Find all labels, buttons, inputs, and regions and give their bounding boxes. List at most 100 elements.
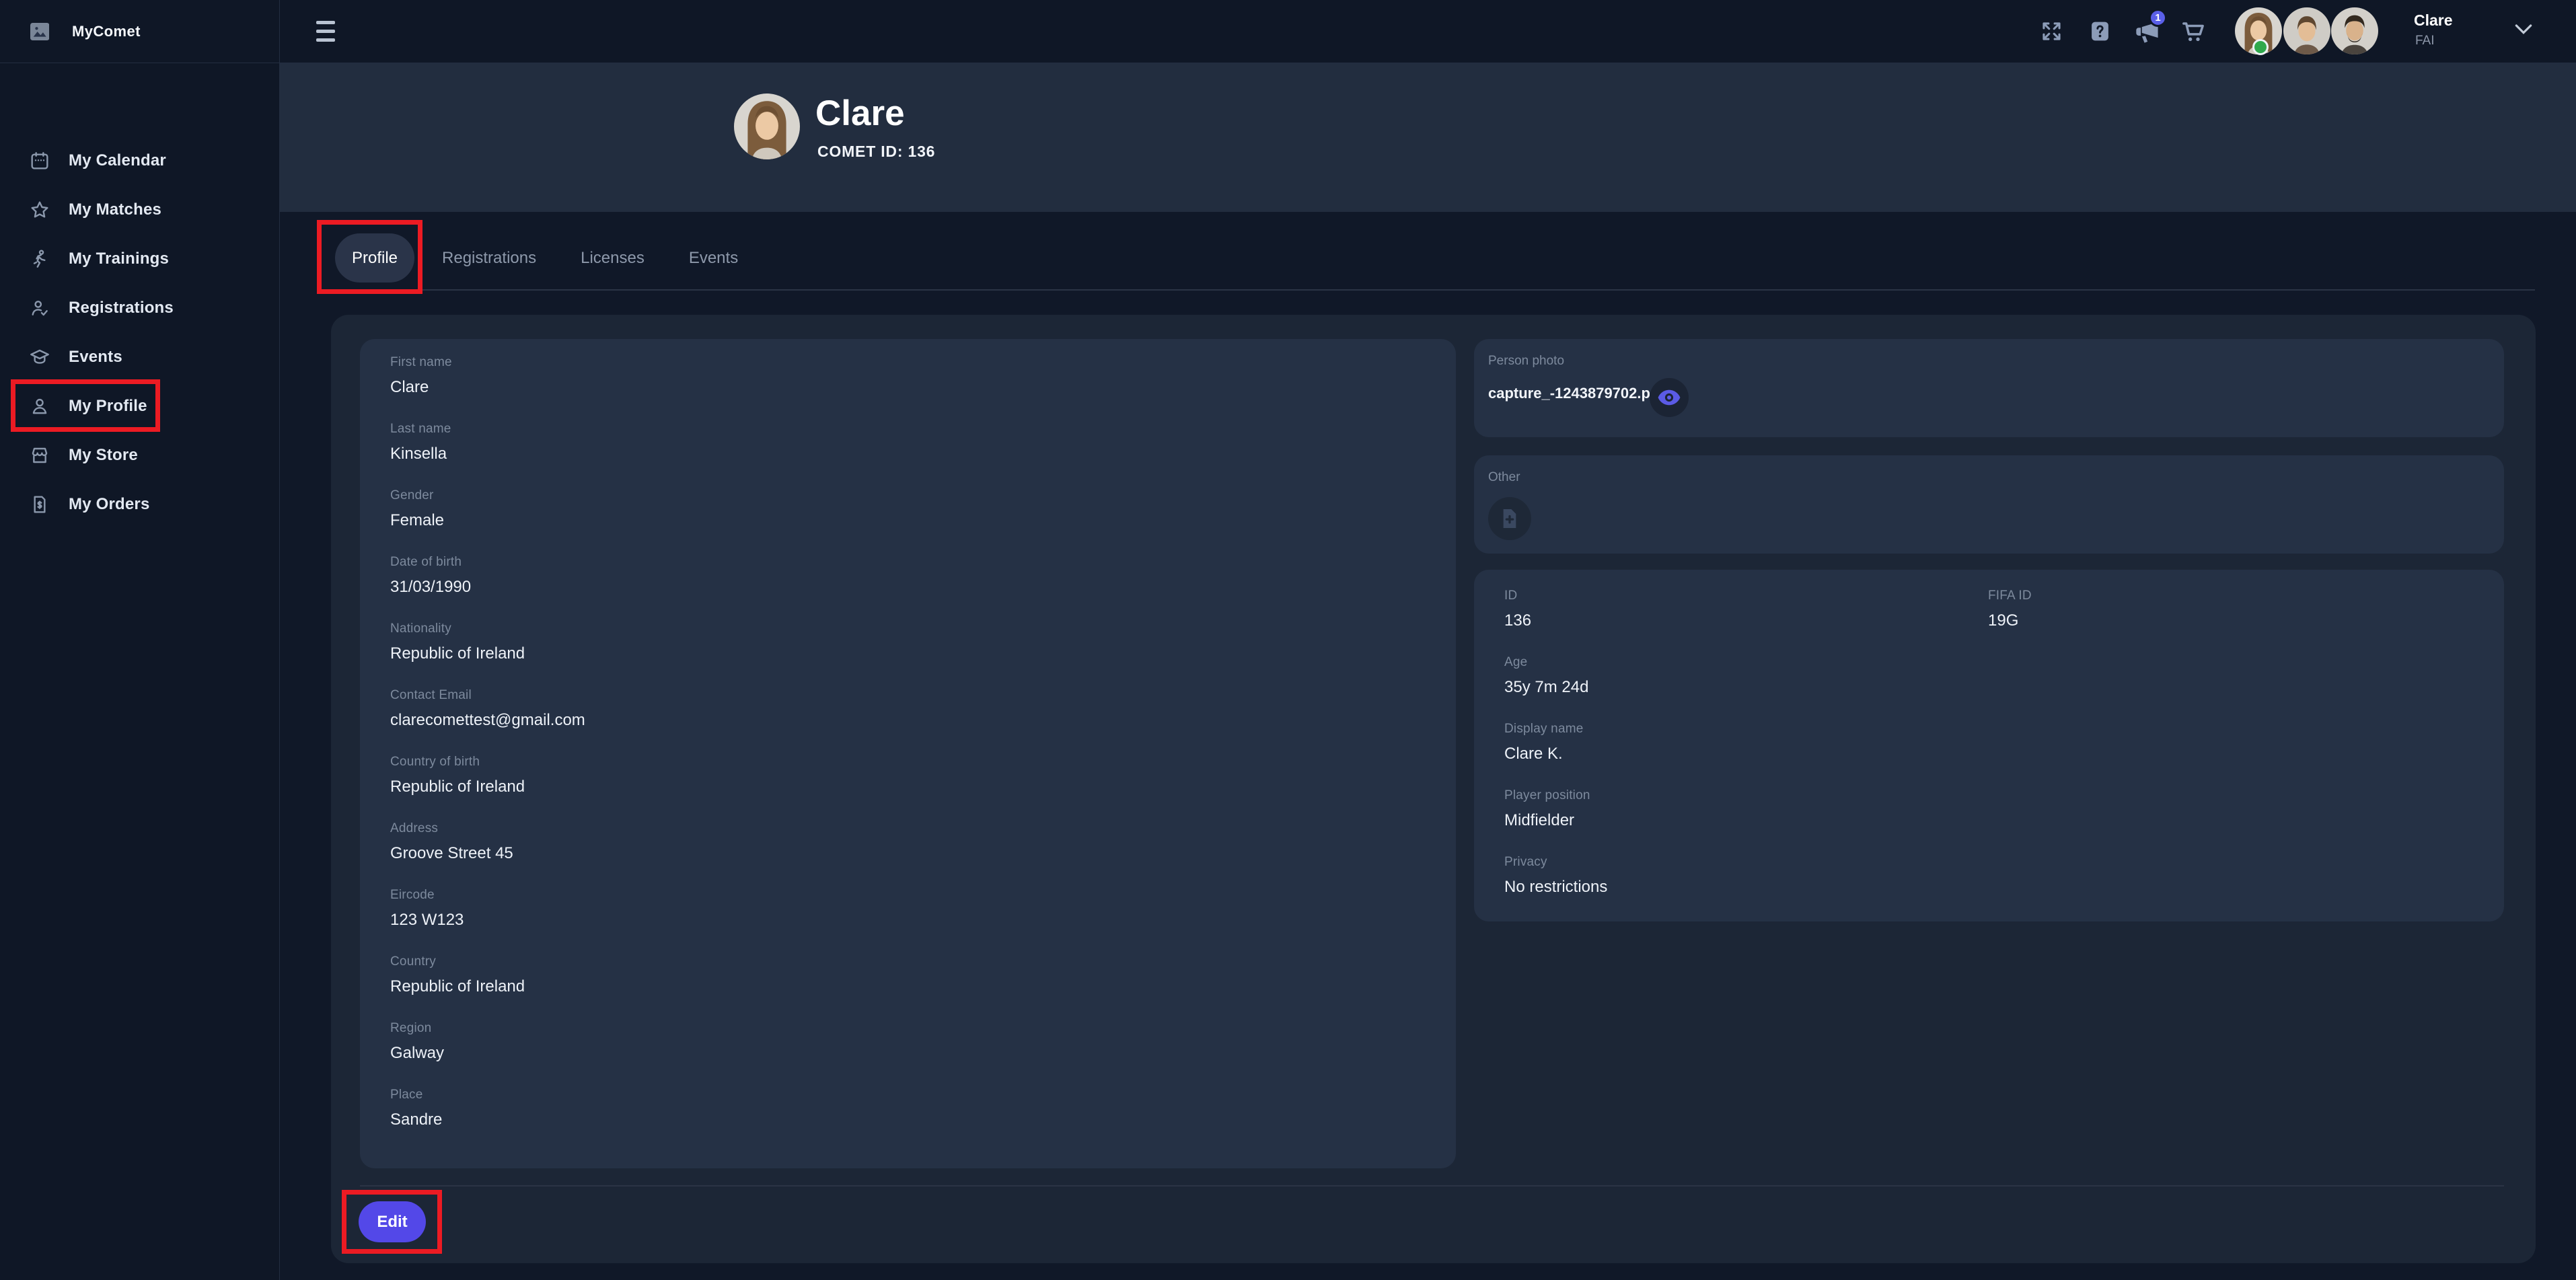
field-value: Republic of Ireland: [390, 643, 1456, 665]
person-photo-filename: capture_-1243879702.png: [1488, 385, 1668, 402]
fullscreen-icon[interactable]: [2039, 19, 2064, 44]
info-field-display-name: Display name Clare K.: [1504, 720, 1988, 787]
sidebar-item-my-profile[interactable]: My Profile: [0, 381, 279, 430]
field-label: Country: [390, 953, 1456, 971]
edit-button[interactable]: Edit: [359, 1201, 426, 1242]
field-label: Nationality: [390, 620, 1456, 638]
tab-profile[interactable]: Profile: [335, 233, 414, 283]
tab-label: Licenses: [581, 249, 645, 268]
topbar-user-name: Clare: [2414, 11, 2453, 30]
field-value: Republic of Ireland: [390, 776, 1456, 798]
graduation-cap-icon: [29, 346, 50, 368]
profile-fields: First name Clare Last name Kinsella Gend…: [360, 339, 1456, 1153]
avatar-user-3[interactable]: [2331, 7, 2378, 54]
menu-toggle-icon[interactable]: [316, 21, 335, 42]
profile-field-contact-email: Contact Email clarecomettest@gmail.com: [390, 687, 1456, 753]
sidebar-item-events[interactable]: Events: [0, 332, 279, 381]
notification-badge: 1: [2149, 9, 2167, 27]
field-label: Country of birth: [390, 753, 1456, 771]
other-label: Other: [1488, 470, 1520, 485]
field-value: 123 W123: [390, 909, 1456, 931]
field-label: Address: [390, 820, 1456, 837]
field-value: Clare K.: [1504, 743, 1988, 765]
info-field-fifa-id: FIFA ID 19G: [1988, 587, 2504, 654]
app-title: MyComet: [72, 23, 141, 40]
profile-field-region: Region Galway: [390, 1020, 1456, 1086]
info-field-privacy: Privacy No restrictions: [1504, 854, 1988, 920]
person-check-icon: [29, 297, 50, 319]
sidebar-item-label: My Store: [69, 446, 138, 465]
add-document-button[interactable]: [1488, 497, 1531, 540]
sidebar-item-my-matches[interactable]: My Matches: [0, 185, 279, 234]
field-label: ID: [1504, 587, 1988, 605]
other-documents-card: Other: [1474, 455, 2504, 554]
tab-events[interactable]: Events: [672, 233, 755, 283]
sidebar-item-label: My Profile: [69, 397, 147, 416]
field-value: Republic of Ireland: [390, 976, 1456, 997]
profile-field-nationality: Nationality Republic of Ireland: [390, 620, 1456, 687]
sidebar: MyComet My Calendar My Matches My Traini…: [0, 0, 280, 1280]
sidebar-nav: My Calendar My Matches My Trainings Regi…: [0, 136, 279, 529]
profile-field-last-name: Last name Kinsella: [390, 420, 1456, 487]
tabs-divider: [331, 289, 2535, 291]
store-icon: [29, 445, 50, 466]
field-label: Eircode: [390, 887, 1456, 904]
image-placeholder-icon: [30, 23, 50, 40]
sidebar-item-label: My Orders: [69, 495, 150, 514]
field-value: No restrictions: [1504, 876, 1988, 898]
profile-banner: [280, 63, 2576, 212]
topbar: [280, 0, 2576, 63]
field-label: Privacy: [1504, 854, 1988, 871]
profile-field-country: Country Republic of Ireland: [390, 953, 1456, 1020]
page-title: Clare: [815, 93, 905, 134]
avatar-user-2[interactable]: [2283, 7, 2330, 54]
runner-icon: [29, 248, 50, 270]
person-icon: [29, 396, 50, 417]
profile-field-address: Address Groove Street 45: [390, 820, 1456, 887]
field-label: First name: [390, 354, 1456, 371]
field-value: Groove Street 45: [390, 843, 1456, 864]
topbar-user-org: FAI: [2415, 34, 2435, 48]
profile-photo: [734, 93, 800, 159]
tab-label: Events: [689, 249, 738, 268]
field-value: Female: [390, 510, 1456, 531]
view-photo-button[interactable]: [1650, 378, 1689, 417]
sidebar-item-my-orders[interactable]: My Orders: [0, 480, 279, 529]
sidebar-item-my-calendar[interactable]: My Calendar: [0, 136, 279, 185]
field-label: Date of birth: [390, 554, 1456, 571]
online-status-dot: [2252, 39, 2269, 55]
profile-field-gender: Gender Female: [390, 487, 1456, 554]
tab-licenses[interactable]: Licenses: [564, 233, 661, 283]
tab-label: Profile: [352, 249, 398, 268]
profile-field-country-of-birth: Country of birth Republic of Ireland: [390, 753, 1456, 820]
sidebar-item-registrations[interactable]: Registrations: [0, 283, 279, 332]
field-label: Place: [390, 1086, 1456, 1104]
info-fields: ID 136 FIFA ID 19G Age 35y 7m 24d Displa…: [1474, 570, 2504, 920]
field-value: Sandre: [390, 1109, 1456, 1131]
sidebar-item-my-store[interactable]: My Store: [0, 430, 279, 480]
receipt-icon: [29, 494, 50, 515]
sidebar-item-label: My Trainings: [69, 250, 169, 268]
profile-field-place: Place Sandre: [390, 1086, 1456, 1153]
footer-divider: [360, 1185, 2504, 1187]
info-field-age: Age 35y 7m 24d: [1504, 654, 1988, 720]
help-icon[interactable]: [2088, 20, 2112, 43]
chevron-down-icon[interactable]: [2513, 22, 2534, 37]
calendar-icon: [29, 150, 50, 172]
cart-icon[interactable]: [2180, 18, 2207, 45]
field-label: Region: [390, 1020, 1456, 1037]
logo[interactable]: MyComet: [0, 0, 279, 63]
person-photo-card: Person photo capture_-1243879702.png: [1474, 339, 2504, 437]
field-value: Clare: [390, 377, 1456, 398]
field-label: Age: [1504, 654, 1988, 671]
sidebar-item-label: Events: [69, 348, 122, 367]
file-plus-icon: [1500, 507, 1519, 530]
tab-registrations[interactable]: Registrations: [425, 233, 553, 283]
field-label: Display name: [1504, 720, 1988, 738]
profile-field-date-of-birth: Date of birth 31/03/1990: [390, 554, 1456, 620]
profile-field-eircode: Eircode 123 W123: [390, 887, 1456, 953]
profile-field-first-name: First name Clare: [390, 354, 1456, 420]
sidebar-item-my-trainings[interactable]: My Trainings: [0, 234, 279, 283]
field-label: Gender: [390, 487, 1456, 504]
field-label: Player position: [1504, 787, 1988, 804]
